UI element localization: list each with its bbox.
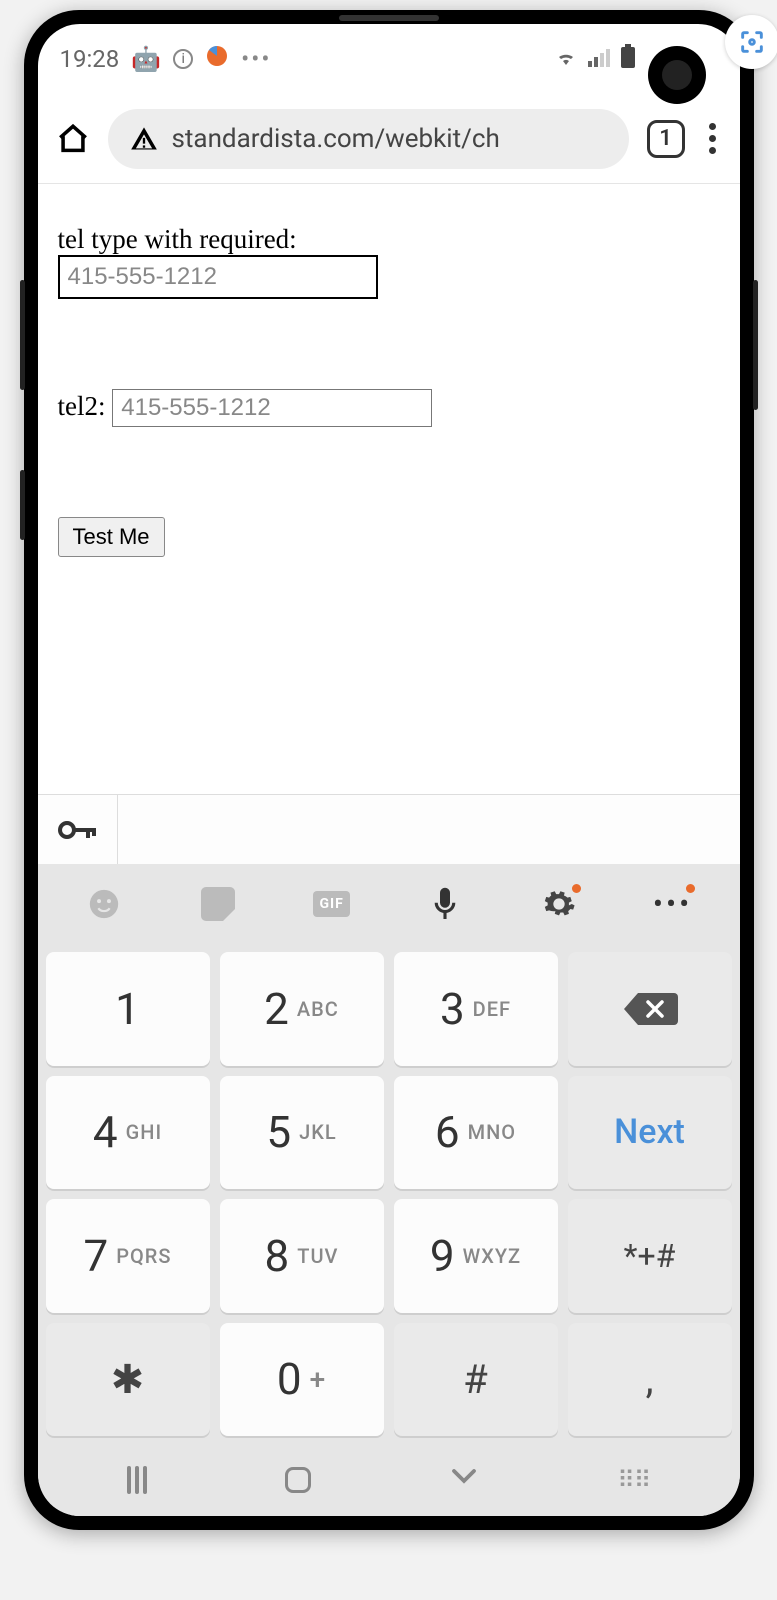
key-6[interactable]: 6MNO bbox=[394, 1076, 558, 1190]
emoji-icon[interactable] bbox=[82, 882, 126, 926]
browser-toolbar: standardista.com/webkit/ch 1 bbox=[38, 94, 740, 184]
home-icon[interactable] bbox=[56, 122, 90, 156]
key-5[interactable]: 5JKL bbox=[220, 1076, 384, 1190]
tel2-input[interactable] bbox=[112, 389, 432, 427]
insecure-warning-icon bbox=[130, 125, 158, 153]
wifi-icon bbox=[554, 45, 578, 73]
key-7[interactable]: 7PQRS bbox=[46, 1199, 210, 1313]
phone-speaker bbox=[339, 15, 439, 21]
nav-back-icon[interactable] bbox=[449, 1461, 479, 1499]
system-nav-bar: ⠿⠿ bbox=[38, 1444, 740, 1516]
keyboard-suggestion-bar bbox=[38, 794, 740, 864]
key-9[interactable]: 9WXYZ bbox=[394, 1199, 558, 1313]
key-3[interactable]: 3DEF bbox=[394, 952, 558, 1066]
battery-icon bbox=[620, 44, 636, 74]
volume-up-button bbox=[20, 280, 25, 390]
nav-home-icon[interactable] bbox=[285, 1467, 311, 1493]
more-toolbar-icon[interactable]: ••• bbox=[651, 882, 695, 926]
key-0[interactable]: 0+ bbox=[220, 1323, 384, 1437]
screenshot-crop-button[interactable] bbox=[725, 15, 777, 69]
key-1[interactable]: 1 bbox=[46, 952, 210, 1066]
status-bar: 19:28 🤖 i ••• bbox=[38, 24, 740, 94]
nav-recent-icon[interactable] bbox=[127, 1466, 147, 1494]
volume-down-button bbox=[20, 470, 25, 540]
url-text: standardista.com/webkit/ch bbox=[172, 124, 500, 154]
tab-switcher[interactable]: 1 bbox=[647, 120, 685, 158]
settings-icon[interactable] bbox=[537, 882, 581, 926]
mic-icon[interactable] bbox=[423, 882, 467, 926]
url-bar[interactable]: standardista.com/webkit/ch bbox=[108, 109, 629, 169]
camera-cutout bbox=[648, 46, 706, 104]
browser-icon bbox=[205, 44, 229, 74]
gif-icon[interactable]: GIF bbox=[310, 882, 354, 926]
browser-menu-icon[interactable] bbox=[703, 117, 722, 160]
web-page: tel type with required: tel2: Test Me bbox=[38, 184, 740, 794]
key-star[interactable]: ✱ bbox=[46, 1323, 210, 1437]
status-time: 19:28 bbox=[60, 45, 120, 73]
more-icon: ••• bbox=[241, 45, 271, 73]
signal-icon bbox=[588, 45, 610, 73]
key-2[interactable]: 2ABC bbox=[220, 952, 384, 1066]
key-symbols[interactable]: *+# bbox=[568, 1199, 732, 1313]
key-4[interactable]: 4GHI bbox=[46, 1076, 210, 1190]
password-key-icon[interactable] bbox=[38, 795, 118, 864]
numeric-keypad: 1 2ABC 3DEF 4GHI 5JKL 6MNO Next 7PQRS 8T… bbox=[38, 944, 740, 1444]
tel1-input[interactable] bbox=[58, 255, 378, 299]
key-comma[interactable]: , bbox=[568, 1323, 732, 1437]
info-icon: i bbox=[173, 49, 193, 69]
test-me-button[interactable]: Test Me bbox=[58, 517, 165, 557]
phone-screen: 19:28 🤖 i ••• bbox=[38, 24, 740, 1516]
sticker-icon[interactable] bbox=[196, 882, 240, 926]
phone-frame: 19:28 🤖 i ••• bbox=[24, 10, 754, 1530]
power-button bbox=[753, 280, 758, 410]
key-next[interactable]: Next bbox=[568, 1076, 732, 1190]
keyboard-toolbar: GIF ••• bbox=[38, 864, 740, 944]
nav-keyboard-toggle-icon[interactable]: ⠿⠿ bbox=[617, 1466, 650, 1494]
key-backspace[interactable] bbox=[568, 952, 732, 1066]
android-icon: 🤖 bbox=[131, 45, 161, 73]
tel2-label: tel2: bbox=[58, 391, 106, 421]
key-hash[interactable]: # bbox=[394, 1323, 558, 1437]
key-8[interactable]: 8TUV bbox=[220, 1199, 384, 1313]
tel1-label: tel type with required: bbox=[58, 224, 720, 255]
